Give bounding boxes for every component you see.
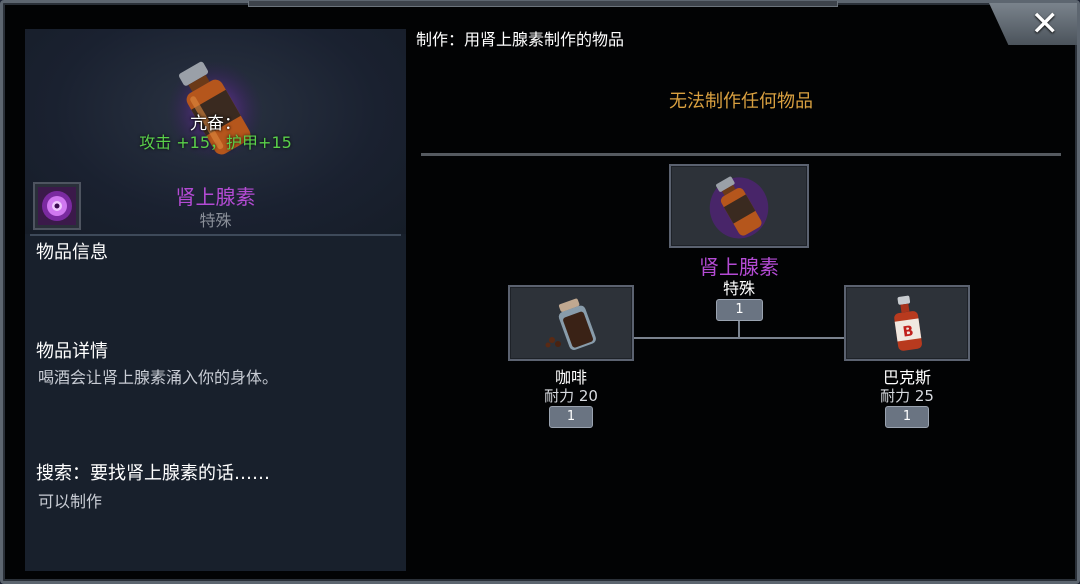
divider (30, 234, 401, 236)
search-text: 可以制作 (38, 492, 103, 511)
result-item-slot[interactable] (669, 164, 809, 248)
item-details-text: 喝酒会让肾上腺素涌入你的身体。 (38, 368, 279, 387)
ingredient-count-tag: 1 (885, 406, 929, 428)
svg-text:B: B (902, 323, 915, 340)
ingredient-stat: 耐力 20 (544, 387, 598, 405)
recipe-connector-line (738, 319, 740, 338)
item-category: 特殊 (199, 211, 232, 230)
close-button[interactable]: ✕ (989, 3, 1077, 45)
ingredient-slot-bacchus[interactable]: B (844, 285, 970, 361)
item-details-title: 物品详情 (36, 341, 108, 362)
item-hero: 亢奋： 攻击 +15，护甲+15 肾上腺素 特殊 (25, 29, 406, 234)
result-count-tag: 1 (716, 299, 763, 321)
adrenaline-bottle-icon (709, 176, 769, 239)
window-top-tab (248, 1, 838, 7)
item-info-panel: 亢奋： 攻击 +15，护甲+15 肾上腺素 特殊 物品信息 物品详情 喝酒会让肾… (25, 29, 406, 571)
result-item-category: 特殊 (722, 279, 755, 298)
ingredient-slot-coffee[interactable] (508, 285, 634, 361)
crafting-window: ✕ 亢奋： 攻击 +15，护甲+15 肾上腺素 特殊 物品信息 物品详情 喝酒会… (0, 0, 1080, 584)
buff-stats: 攻击 +15，护甲+15 (139, 133, 292, 152)
search-title: 搜索：要找肾上腺素的话…… (36, 463, 270, 484)
coffee-jar-icon (545, 298, 596, 350)
bacchus-bottle-icon: B (894, 295, 922, 351)
item-info-title: 物品信息 (36, 242, 108, 263)
close-icon[interactable]: ✕ (1031, 7, 1060, 41)
ingredient-count-tag: 1 (549, 406, 593, 428)
divider (421, 153, 1061, 156)
item-name: 肾上腺素 (175, 185, 256, 209)
ingredient-stat: 耐力 25 (880, 387, 934, 405)
craft-header: 制作：用肾上腺素制作的物品 (416, 30, 625, 49)
no-craft-message: 无法制作任何物品 (669, 91, 813, 112)
